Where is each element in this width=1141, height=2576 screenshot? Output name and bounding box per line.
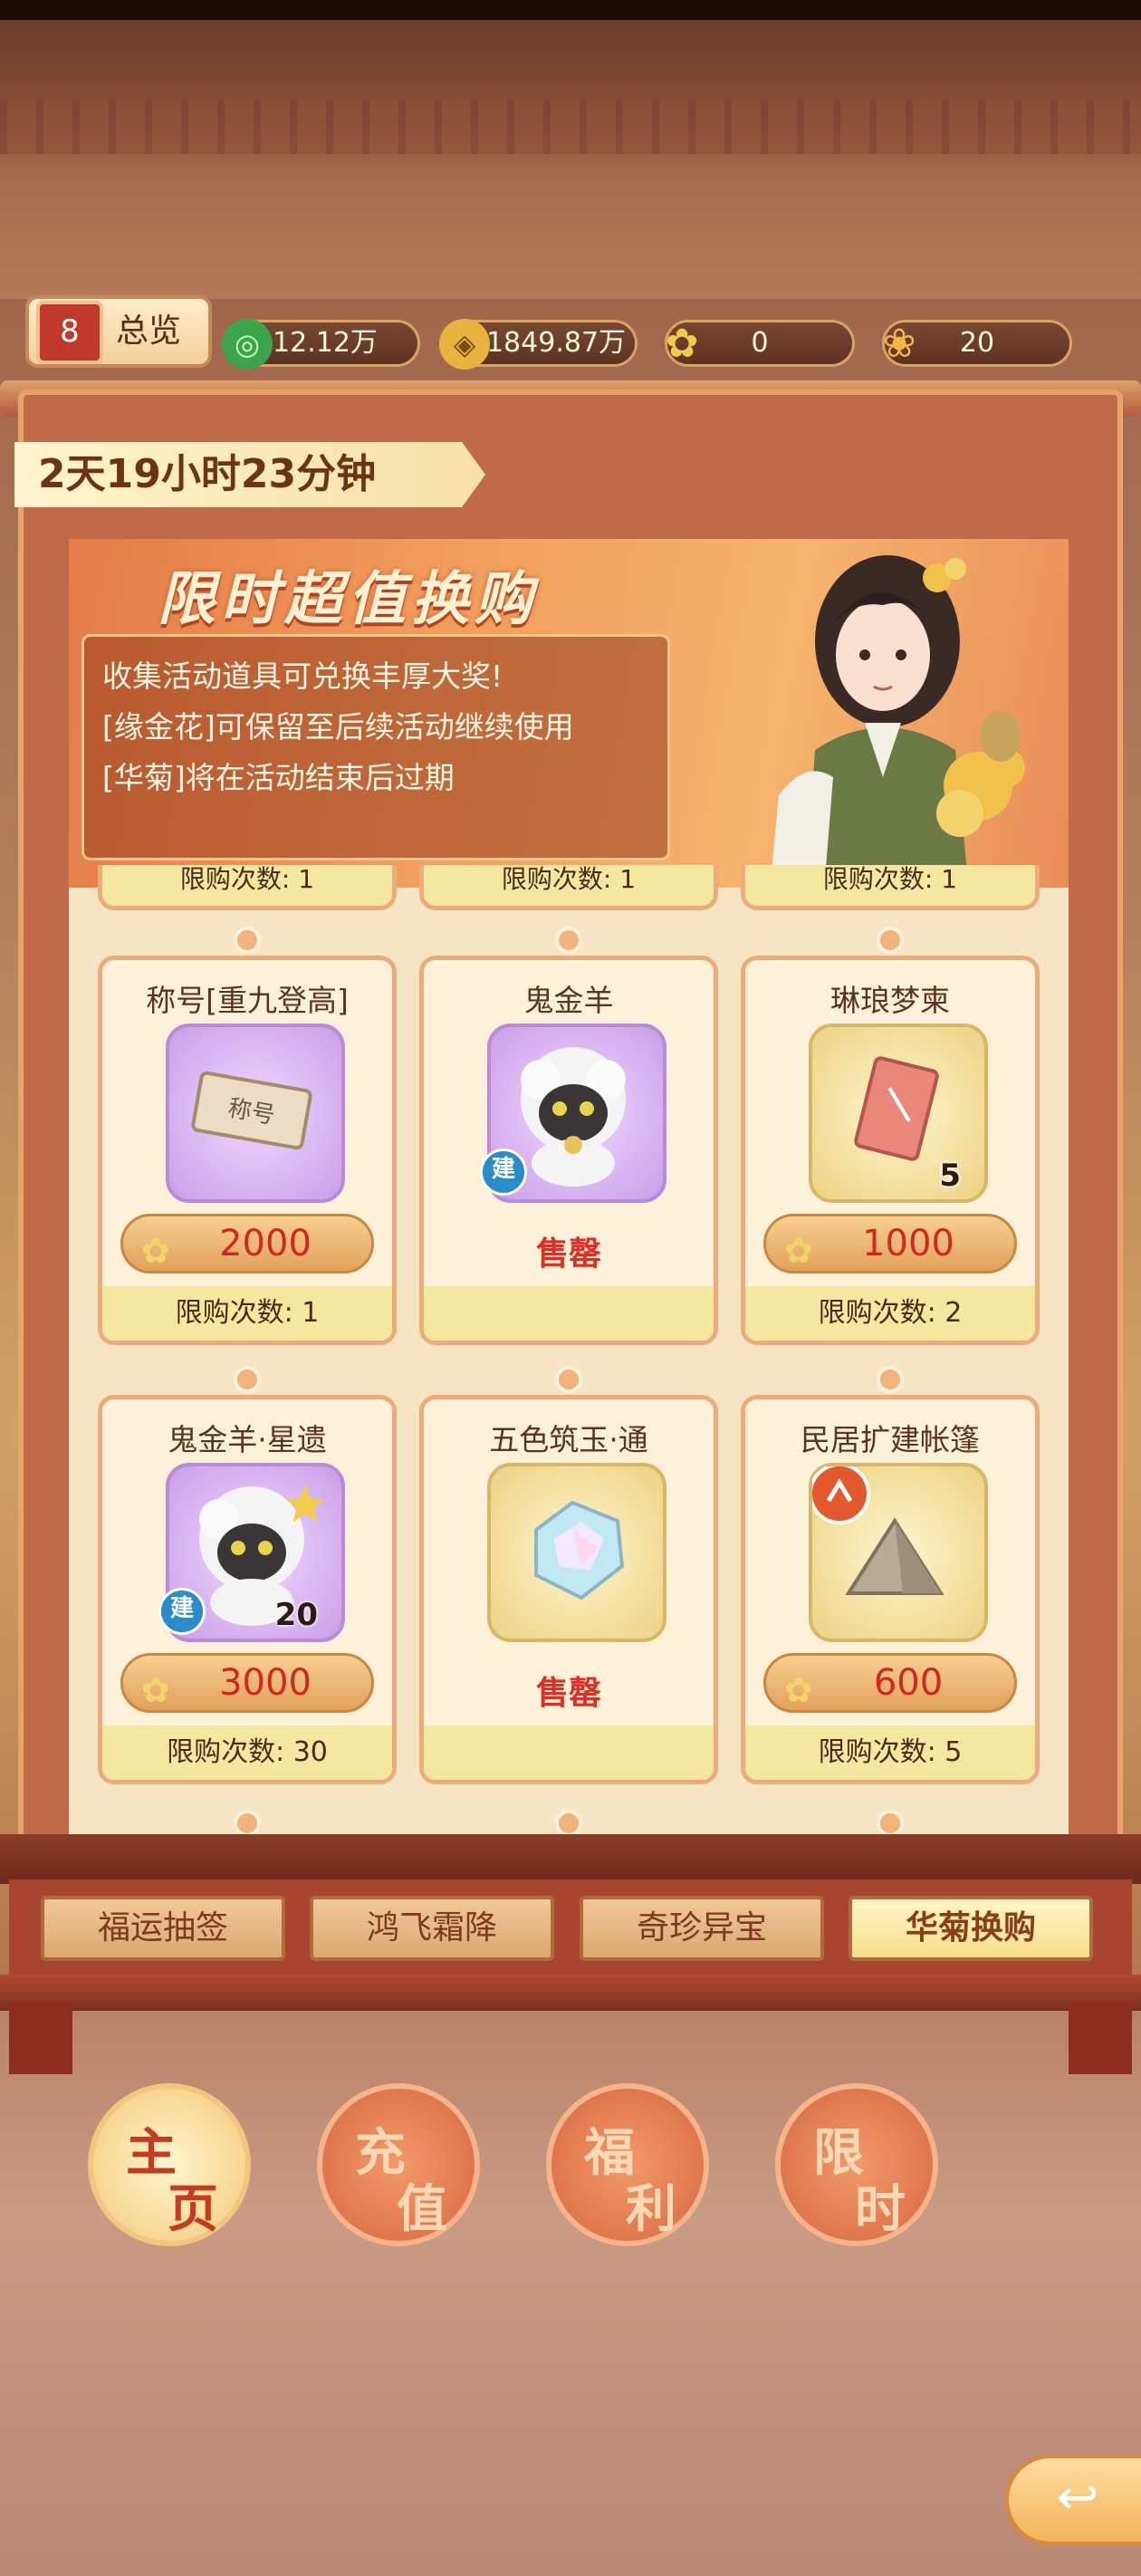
- tent-icon: [809, 1463, 988, 1642]
- purchase-limit: 限购次数: 5: [745, 1725, 1035, 1780]
- price-value: 2000: [219, 1223, 312, 1264]
- countdown-timer: 2天19小时23分钟: [14, 442, 485, 507]
- card-knot: [877, 1810, 904, 1837]
- item-name: 称号[重九登高]: [146, 983, 349, 1018]
- gold-coin-icon: ◈: [439, 319, 490, 370]
- price-button[interactable]: ✿ 1000: [763, 1214, 1017, 1274]
- item-quantity: 20: [274, 1597, 318, 1633]
- shelf-leg: [1069, 2002, 1132, 2074]
- tab-chrysanthemum-exchange[interactable]: 华菊换购: [849, 1896, 1093, 1961]
- chrysanthemum-icon: ❀: [882, 321, 916, 367]
- soldout-label: 售罄: [535, 1235, 601, 1273]
- banner-line: 收集活动道具可兑换丰厚大奖!: [102, 658, 503, 694]
- golden-flower-icon: ✿: [141, 1231, 170, 1271]
- invitation-card-icon: [809, 1024, 988, 1203]
- tab-frost-descent[interactable]: 鸿飞霜降: [310, 1896, 554, 1961]
- shelf-base: [0, 1975, 1141, 2011]
- overview-label: 总览: [116, 312, 182, 350]
- item-name: 鬼金羊: [523, 983, 614, 1018]
- shelf-leg: [9, 2002, 72, 2074]
- calendar-icon: 8: [36, 301, 103, 364]
- resource-value: 20: [959, 327, 995, 359]
- shop-item-card[interactable]: 鬼金羊 建 售罄: [419, 956, 718, 1345]
- build-badge: 建: [158, 1588, 206, 1635]
- price-value: 3000: [219, 1662, 312, 1704]
- price-value: 1000: [862, 1223, 954, 1264]
- purchase-limit: [424, 1286, 714, 1341]
- nav-home[interactable]: 主 页: [88, 2083, 251, 2246]
- card-knot: [555, 1810, 582, 1837]
- item-name: 琳琅梦柬: [830, 983, 950, 1018]
- character-portrait: [770, 555, 1025, 890]
- purchase-limit: 限购次数: 2: [745, 1286, 1035, 1341]
- banner-line: [缘金花]可保留至后续活动继续使用: [102, 709, 574, 745]
- back-arrow-icon: ↩: [1056, 2468, 1099, 2527]
- golden-flower-icon: ✿: [784, 1231, 813, 1271]
- jade-gem-icon: [487, 1463, 666, 1642]
- banner-description: 收集活动道具可兑换丰厚大奖! [缘金花]可保留至后续活动继续使用 [华菊]将在活…: [82, 634, 670, 860]
- title-scroll-icon: 称号: [166, 1024, 345, 1203]
- soldout-label: 售罄: [535, 1675, 601, 1712]
- limit-label: 限购次数: 1: [179, 865, 315, 894]
- shop-item-card[interactable]: 民居扩建帐篷 ✿ 600 限购次数: 5: [741, 1395, 1040, 1784]
- resource-gold-coin[interactable]: ◈ 1849.87万: [439, 319, 638, 370]
- resource-chrysanthemum[interactable]: ❀ 20: [882, 320, 1072, 367]
- shelf-beam: [0, 1834, 1141, 1884]
- card-knot: [877, 927, 904, 954]
- golden-flower-icon: ✿: [665, 321, 699, 367]
- partial-card: 限购次数: 1: [419, 865, 718, 910]
- banner-line: [华菊]将在活动结束后过期: [102, 760, 455, 795]
- partial-card: 限购次数: 1: [741, 865, 1040, 910]
- banner-title: 限时超值换购: [158, 566, 538, 633]
- partial-card: 限购次数: 1: [98, 865, 397, 910]
- nav-char: 页: [168, 2180, 218, 2239]
- item-name: 民居扩建帐篷: [801, 1422, 980, 1457]
- resource-golden-flower[interactable]: ✿ 0: [665, 320, 855, 367]
- card-knot: [234, 927, 261, 954]
- back-button[interactable]: ↩: [1005, 2455, 1141, 2545]
- purchase-limit: [424, 1725, 714, 1780]
- nav-recharge[interactable]: 充 值: [317, 2083, 480, 2246]
- shop-item-card[interactable]: 鬼金羊·星遗 建 20 ✿ 3000 限购次数: 30: [98, 1395, 397, 1784]
- nav-char: 时: [855, 2180, 906, 2239]
- nav-welfare[interactable]: 福 利: [546, 2083, 709, 2246]
- price-button[interactable]: ✿ 2000: [120, 1214, 374, 1274]
- card-knot: [877, 1366, 904, 1393]
- resource-jade-coin[interactable]: ◎ 12.12万: [222, 319, 420, 370]
- limit-label: 限购次数: 1: [501, 865, 637, 894]
- background-floor: [0, 1975, 1141, 2576]
- jade-coin-icon: ◎: [222, 319, 273, 370]
- price-button[interactable]: ✿ 3000: [120, 1653, 374, 1713]
- tab-rare-treasure[interactable]: 奇珍异宝: [580, 1896, 824, 1961]
- price-value: 600: [873, 1662, 944, 1704]
- card-knot: [555, 1366, 582, 1393]
- resource-value: 12.12万: [273, 327, 378, 359]
- shop-item-card[interactable]: 称号[重九登高] 称号 ✿ 2000 限购次数: 1: [98, 956, 397, 1345]
- item-quantity: 5: [939, 1158, 961, 1194]
- roof-decoration: [0, 100, 1141, 154]
- price-button[interactable]: ✿ 600: [763, 1653, 1017, 1713]
- golden-flower-icon: ✿: [784, 1670, 813, 1710]
- resource-value: 0: [751, 327, 769, 359]
- purchase-limit: 限购次数: 30: [102, 1725, 392, 1780]
- purchase-limit: 限购次数: 1: [102, 1286, 392, 1341]
- shop-item-card[interactable]: 琳琅梦柬 5 ✿ 1000 限购次数: 2: [741, 956, 1040, 1345]
- nav-char: 利: [626, 2180, 676, 2239]
- build-badge: 建: [480, 1149, 527, 1196]
- card-knot: [234, 1366, 261, 1393]
- golden-flower-icon: ✿: [141, 1670, 170, 1710]
- item-name: 五色筑玉·通: [489, 1422, 648, 1457]
- item-name: 鬼金羊·星遗: [168, 1422, 327, 1457]
- limit-label: 限购次数: 1: [822, 865, 958, 894]
- nav-limited[interactable]: 限 时: [775, 2083, 938, 2246]
- card-knot: [555, 927, 582, 954]
- nav-char: 值: [397, 2180, 447, 2239]
- tab-fortune-draw[interactable]: 福运抽签: [41, 1896, 285, 1961]
- shop-item-card[interactable]: 五色筑玉·通 售罄: [419, 1395, 718, 1784]
- card-knot: [234, 1810, 261, 1837]
